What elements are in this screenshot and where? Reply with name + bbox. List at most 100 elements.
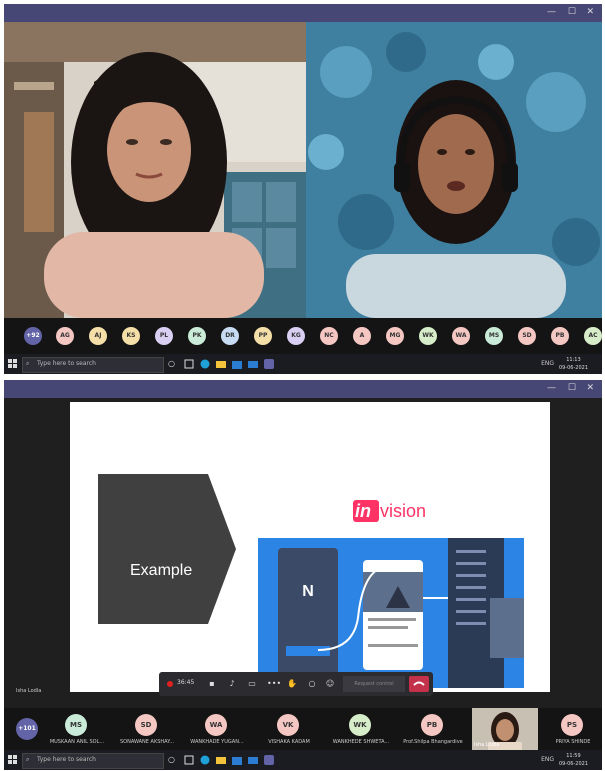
participant-avatar: WA [205,714,227,736]
hang-up-button[interactable] [409,676,429,692]
participant-avatar[interactable]: PL [155,327,173,345]
clock-date: 09-06-2021 [558,365,588,371]
edge-browser-icon[interactable] [200,755,210,765]
store-icon[interactable] [232,359,242,369]
hang-up-icon [413,681,425,686]
self-view-tile[interactable]: Isha Lodla [472,708,538,750]
slide-example-label: Example [130,562,193,579]
shared-slide: Example in vision N [70,402,550,692]
participant-avatar[interactable]: MG [386,327,404,345]
windows-taskbar: ⌕ Type here to search ○ ENG 11:13 09-06-… [4,354,602,374]
search-icon: ⌕ [26,756,30,763]
share-tray-icon[interactable]: ▭ [247,679,257,689]
participant-avatar: VK [277,714,299,736]
title-bar: — ☐ ✕ [4,380,602,398]
teams-icon[interactable] [264,755,274,765]
participant-avatar[interactable]: AC [584,327,602,345]
participant-avatar: MS [65,714,87,736]
windows-start-icon[interactable] [8,755,18,765]
participant-tile[interactable]: PB Prof.Shilpa Bhangardive [400,708,466,750]
participant-tile[interactable]: WA WANKHADE YUGAN... [184,708,250,750]
maximize-icon[interactable]: ☐ [568,7,576,17]
taskbar-clock[interactable]: 11:13 09-06-2021 [559,356,588,372]
minimize-icon[interactable]: — [547,7,556,17]
participant-avatar[interactable]: AG [56,327,74,345]
participant-avatar[interactable]: DR [221,327,239,345]
file-explorer-icon[interactable] [216,359,226,369]
participant-avatar[interactable]: PK [188,327,206,345]
edge-browser-icon[interactable] [200,359,210,369]
participant-avatar[interactable]: KG [287,327,305,345]
invision-mockup-illustration: N [278,538,524,688]
search-icon: ⌕ [26,360,30,367]
camera-toggle-icon[interactable]: ▪ [207,679,217,689]
system-tray-language[interactable]: ENG [541,756,554,763]
invision-logo-in: in [355,501,371,521]
presenter-name-label: Isha Lodla [16,688,42,694]
system-tray-language[interactable]: ENG [541,360,554,367]
recording-indicator-icon [167,681,173,687]
participant-avatar[interactable]: PB [551,327,569,345]
invision-mockup-panel: N [258,538,524,688]
search-placeholder: Type here to search [37,360,96,367]
more-participants-badge[interactable]: +92 [24,327,42,345]
participant-name: MUSKAAN ANIL SOL... [49,739,105,745]
participant-avatar[interactable]: NC [320,327,338,345]
minimize-icon[interactable]: — [547,383,556,393]
screen-share-screenshot: — ☐ ✕ Example in vision N Isha Lodla 36:… [4,380,602,770]
participant-avatar[interactable]: WA [452,327,470,345]
close-icon[interactable]: ✕ [586,7,594,17]
video-call-screenshot: — ☐ ✕ +92 AG AJ KS PL PK DR PP KG NC A M… [4,4,602,374]
participant-avatar[interactable]: WK [419,327,437,345]
mail-icon[interactable] [248,755,258,765]
mic-toggle-icon[interactable]: ♪ [227,679,237,689]
participant-avatar[interactable]: KS [122,327,140,345]
more-participants-badge[interactable]: +101 [16,718,38,740]
windows-start-icon[interactable] [8,359,18,369]
participant-name: WANKHEDE SHWETA... [332,739,390,745]
participants-icon[interactable]: ☺ [325,679,335,689]
participant-tile[interactable]: PS PRIYA SHINDE [540,708,602,750]
participant-name: PRIYA SHINDE [555,739,591,745]
participant-tile[interactable]: MS MUSKAAN ANIL SOL... [44,708,110,750]
cortana-icon[interactable]: ○ [168,359,178,369]
participant-avatar[interactable]: SD [518,327,536,345]
participant-avatar: SD [135,714,157,736]
task-view-icon[interactable] [184,755,194,765]
participant-name: SONAWANE AKSHAY... [119,739,175,745]
participant-tile[interactable]: VK VISHAKA KADAM [256,708,322,750]
chat-icon[interactable]: ○ [307,679,317,689]
title-bar: — ☐ ✕ [4,4,602,22]
participant-avatar: WK [349,714,371,736]
participant-tile[interactable]: WK WANKHEDE SHWETA... [328,708,394,750]
svg-text:N: N [302,583,314,600]
taskbar-search-box[interactable]: ⌕ Type here to search [22,357,164,373]
participant-avatar[interactable]: A [353,327,371,345]
task-view-icon[interactable] [184,359,194,369]
raise-hand-icon[interactable]: ✋ [287,679,297,689]
participant-name: WANKHADE YUGAN... [190,739,244,745]
file-explorer-icon[interactable] [216,755,226,765]
participant-avatar[interactable]: AJ [89,327,107,345]
close-icon[interactable]: ✕ [586,383,594,393]
cortana-icon[interactable]: ○ [168,755,178,765]
call-duration: 36:45 [177,679,195,686]
request-control-button[interactable]: Request control [343,676,405,692]
invision-logo-text: vision [380,501,427,521]
clock-date: 09-06-2021 [558,761,588,767]
search-placeholder: Type here to search [37,756,96,763]
video-tile-participant-1[interactable] [4,22,306,318]
maximize-icon[interactable]: ☐ [568,383,576,393]
mail-icon[interactable] [248,359,258,369]
meeting-controls-toolbar: 36:45 ▪ ♪ ▭ ••• ✋ ○ ☺ Request control [159,672,433,696]
self-view-label: Isha Lodla [474,742,500,748]
participant-avatar[interactable]: PP [254,327,272,345]
taskbar-clock[interactable]: 11:59 09-06-2021 [559,752,588,768]
teams-icon[interactable] [264,359,274,369]
taskbar-search-box[interactable]: ⌕ Type here to search [22,753,164,769]
participant-tile[interactable]: SD SONAWANE AKSHAY... [114,708,180,750]
more-actions-icon[interactable]: ••• [267,679,281,689]
video-tile-participant-2[interactable] [306,22,602,318]
store-icon[interactable] [232,755,242,765]
participant-avatar[interactable]: MS [485,327,503,345]
